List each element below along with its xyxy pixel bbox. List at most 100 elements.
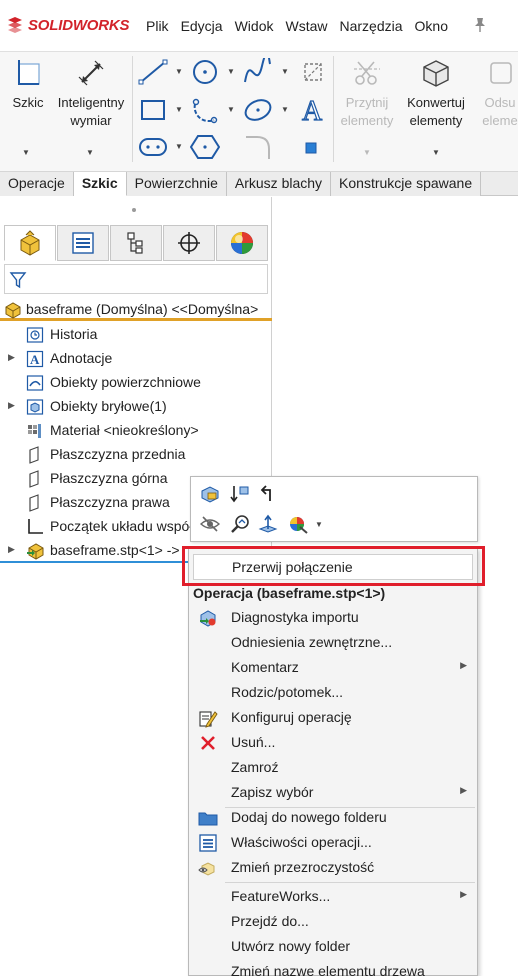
tree-item-solid-bodies[interactable]: ▶ Obiekty bryłowe(1) [0,395,272,419]
tree-item-annotations[interactable]: ▶ A Adnotacje [0,347,272,371]
convert-dropdown-arrow[interactable]: ▼ [432,148,440,157]
display-manager-tab[interactable] [216,225,268,261]
menu-file[interactable]: Plik [140,18,175,34]
display-manager-icon [231,232,253,254]
slot-icon[interactable] [138,136,168,158]
go-to-parent-button[interactable] [257,483,279,505]
context-toolbar: ▼ [190,476,478,542]
sketch-dropdown-arrow[interactable]: ▼ [22,148,30,157]
sketch-button[interactable]: Szkic [6,56,50,112]
arc-dropdown-arrow[interactable]: ▼ [227,105,235,114]
pane-grip-handle[interactable] [132,208,136,212]
tab-sketch[interactable]: Szkic [73,172,127,196]
smart-dimension-button[interactable]: Inteligentny wymiar [52,56,130,130]
menu-window[interactable]: Okno [409,18,454,34]
expand-arrow-icon[interactable]: ▶ [8,400,15,411]
delete-x-icon [201,736,215,750]
solidworks-logo[interactable]: SOLIDWORKS [6,16,130,34]
trim-dropdown-arrow[interactable]: ▼ [363,148,371,157]
appearance-dropdown-arrow[interactable]: ▼ [315,520,323,529]
menu-insert[interactable]: Wstaw [280,18,334,34]
smart-dimension-dropdown-arrow[interactable]: ▼ [86,148,94,157]
convert-entities-button[interactable]: Konwertuj elementy [400,56,472,130]
rollback-button[interactable] [229,483,251,505]
menu-item-go-to[interactable]: Przejdź do... [189,909,477,934]
menu-item-change-transparency[interactable]: Zmień przezroczystość [189,855,477,880]
ellipse-dropdown-arrow[interactable]: ▼ [281,105,289,114]
menu-item-import-diagnostics[interactable]: Diagnostyka importu [189,605,477,630]
ellipse-icon[interactable] [242,96,274,124]
menu-item-rename-tree-item[interactable]: Zmień nazwę elementu drzewa [189,959,477,976]
tree-item-front-plane[interactable]: Płaszczyzna przednia [0,443,272,467]
offset-label-1: Odsu [484,95,516,110]
tree-item-surface-bodies[interactable]: Obiekty powierzchniowe [0,371,272,395]
edit-feature-icon [201,486,219,503]
normal-to-button[interactable] [257,513,279,535]
menu-item-external-references[interactable]: Odniesienia zewnętrzne... [189,630,477,655]
line-dropdown-arrow[interactable]: ▼ [175,67,183,76]
menu-item-delete[interactable]: Usuń... [189,730,477,755]
menu-item-feature-properties[interactable]: Właściwości operacji... [189,830,477,855]
offset-entities-button[interactable]: Odsu eleme [478,56,518,130]
tab-features[interactable]: Operacje [0,172,74,196]
history-icon [26,327,44,343]
spline-icon[interactable] [242,58,272,86]
tab-sheet-metal[interactable]: Arkusz blachy [226,172,332,196]
fillet-icon[interactable] [243,134,273,160]
normal-to-icon [258,514,278,533]
menu-view[interactable]: Widok [229,18,280,34]
menu-item-featureworks[interactable]: FeatureWorks... ▶ [189,884,477,909]
expand-arrow-icon[interactable]: ▶ [8,352,15,363]
text-icon[interactable]: A [299,94,327,124]
dimxpert-manager-tab[interactable] [163,225,215,261]
menu-item-save-selection[interactable]: Zapisz wybór ▶ [189,780,477,805]
feature-manager-tab[interactable] [4,225,56,261]
zoom-to-selection-button[interactable] [229,513,251,535]
material-icon [28,424,41,438]
plane-icon [29,470,39,488]
tab-weldments[interactable]: Konstrukcje spawane [331,172,482,196]
appearance-button[interactable] [287,513,309,535]
menu-item-label: Zamroź [231,759,279,775]
tree-root-part[interactable]: baseframe (Domyślna) <<Domyślna> [0,299,272,321]
slot-dropdown-arrow[interactable]: ▼ [175,142,183,151]
expand-arrow-icon[interactable]: ▶ [8,544,15,555]
crosshair-icon [178,232,200,254]
construction-geometry-icon[interactable] [299,58,327,86]
tree-item-label: Obiekty bryłowe(1) [50,398,167,414]
rectangle-dropdown-arrow[interactable]: ▼ [175,105,183,114]
tree-item-material[interactable]: Materiał <nieokreślony> [0,419,272,443]
point-icon[interactable] [305,142,317,154]
tree-item-history[interactable]: Historia [0,323,272,347]
edit-feature-button[interactable] [199,483,221,505]
tree-filter-field[interactable] [4,264,268,294]
tree-item-label: Obiekty powierzchniowe [50,374,201,390]
menu-item-create-new-folder[interactable]: Utwórz nowy folder [189,934,477,959]
menu-tools[interactable]: Narzędzia [334,18,409,34]
origin-icon [28,519,43,534]
trim-entities-button[interactable]: Przytnij elementy [336,56,398,130]
menu-edit[interactable]: Edycja [175,18,229,34]
menu-item-comment[interactable]: Komentarz ▶ [189,655,477,680]
property-manager-tab[interactable] [57,225,109,261]
offset-label-2: eleme [482,113,518,128]
menu-item-freeze[interactable]: Zamroź [189,755,477,780]
filter-icon[interactable] [9,271,27,289]
circle-icon[interactable] [190,58,220,86]
menu-item-add-to-new-folder[interactable]: Dodaj do nowego folderu [189,805,477,830]
pin-icon[interactable] [473,17,487,33]
annotation-highlight-box [182,546,485,586]
polygon-icon[interactable] [190,134,220,160]
submenu-arrow-icon: ▶ [460,889,467,899]
menu-item-configure-feature[interactable]: Konfiguruj operację [189,705,477,730]
tab-surfaces[interactable]: Powierzchnie [126,172,227,196]
menu-item-parent-child[interactable]: Rodzic/potomek... [189,680,477,705]
line-icon[interactable] [138,58,168,86]
rectangle-icon[interactable] [138,96,168,124]
hide-button[interactable] [199,513,221,535]
smart-dimension-icon [78,60,104,86]
circle-dropdown-arrow[interactable]: ▼ [227,67,235,76]
spline-dropdown-arrow[interactable]: ▼ [281,67,289,76]
configuration-manager-tab[interactable] [110,225,162,261]
arc-icon[interactable] [190,96,220,124]
